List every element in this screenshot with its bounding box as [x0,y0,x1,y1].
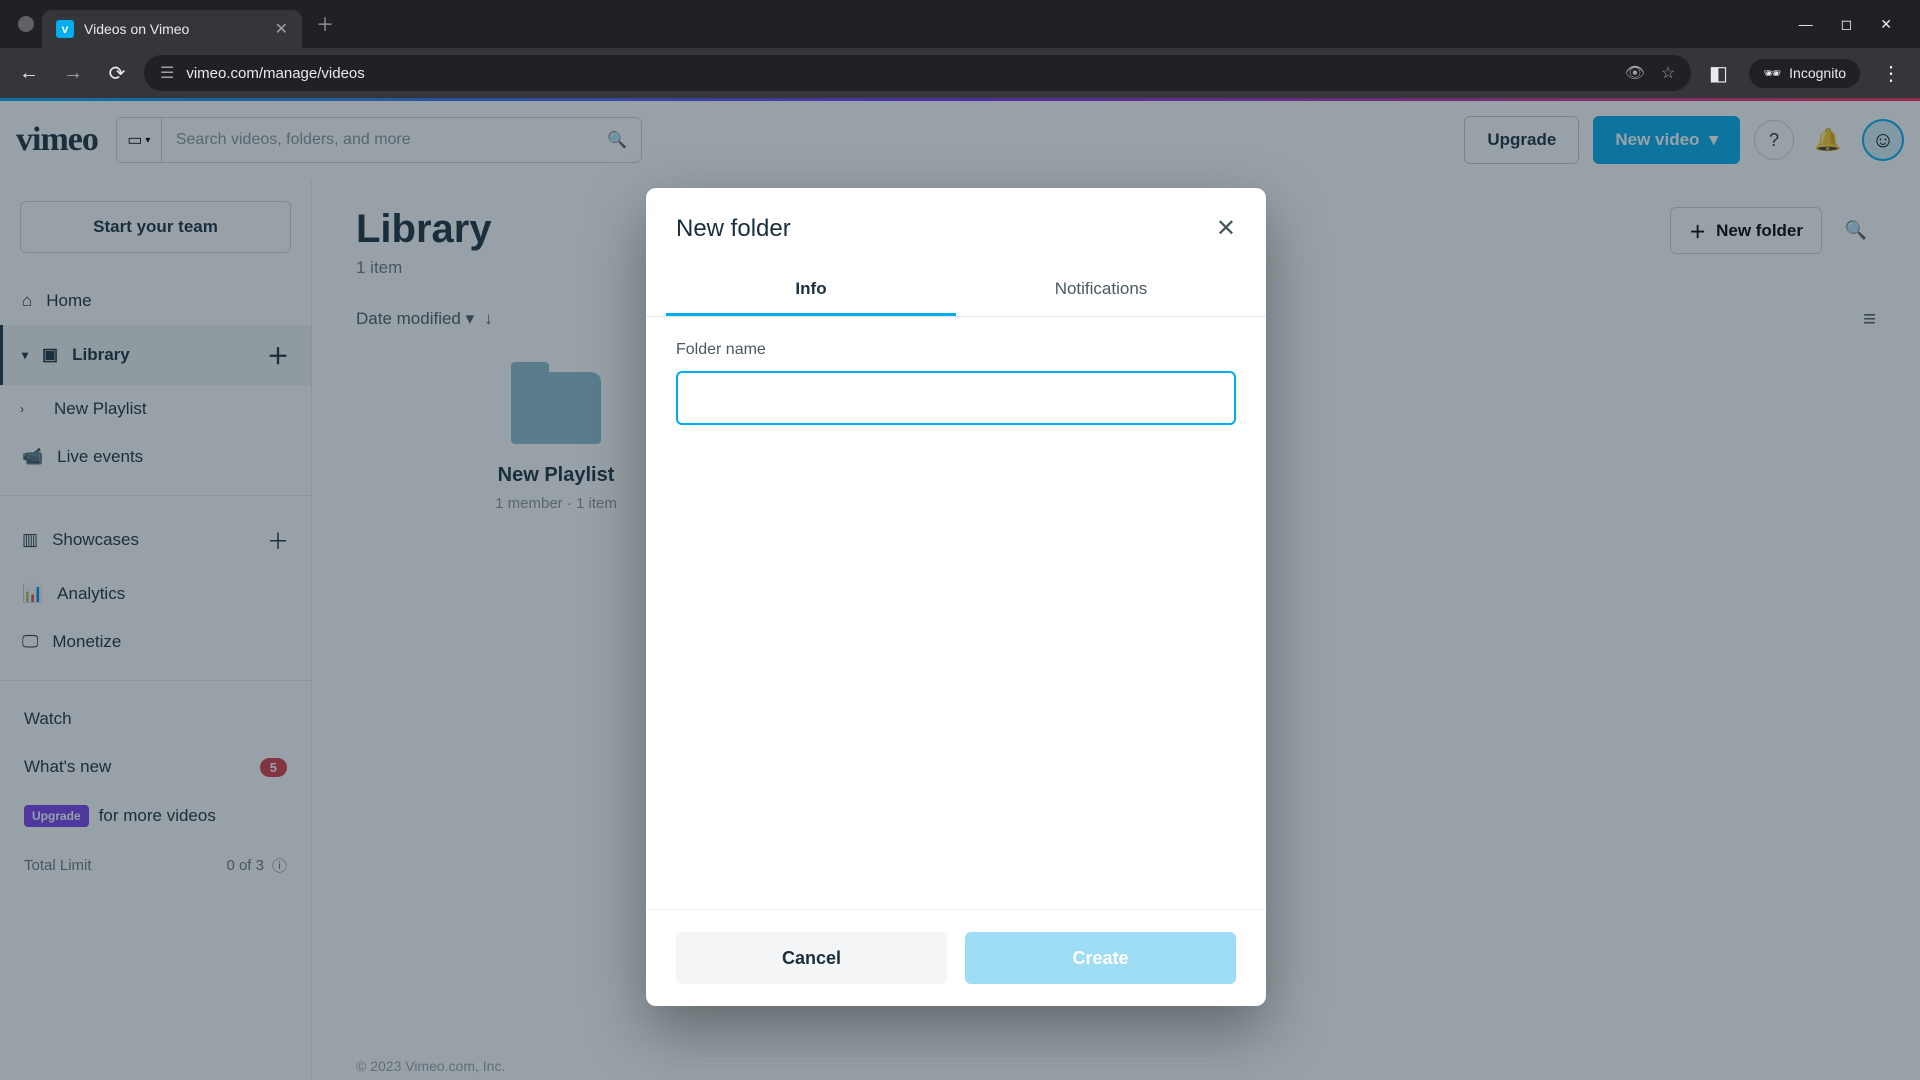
folder-name-label: Folder name [676,341,1236,359]
close-window-icon[interactable]: ✕ [1880,16,1892,33]
maximize-icon[interactable]: ◻ [1841,16,1853,33]
tab-notifications[interactable]: Notifications [956,265,1246,316]
modal-tabs: Info Notifications [646,265,1266,317]
browser-tab[interactable]: v Videos on Vimeo ✕ [42,10,302,48]
eye-off-icon[interactable]: 👁 [1625,63,1645,83]
modal-title: New folder [676,215,791,243]
back-button[interactable]: ← [12,56,46,90]
tab-info[interactable]: Info [666,265,956,316]
url-text: vimeo.com/manage/videos [186,65,364,82]
folder-name-input[interactable] [676,371,1236,425]
incognito-label: Incognito [1789,65,1846,81]
minimize-icon[interactable]: ― [1799,16,1813,33]
forward-button[interactable]: → [56,56,90,90]
address-bar: ← → ⟳ ☰ vimeo.com/manage/videos 👁 ☆ ◧ 🕶 … [0,48,1920,98]
tab-title: Videos on Vimeo [84,21,265,37]
app-viewport: vimeo ▭ ▾ Search videos, folders, and mo… [0,98,1920,1080]
close-icon[interactable]: ✕ [1216,214,1236,243]
reload-button[interactable]: ⟳ [100,56,134,90]
browser-chrome: v Videos on Vimeo ✕ ＋ ― ◻ ✕ ← → ⟳ ☰ vime… [0,0,1920,98]
url-box[interactable]: ☰ vimeo.com/manage/videos 👁 ☆ [144,55,1691,91]
tab-strip: v Videos on Vimeo ✕ ＋ ― ◻ ✕ [0,0,1920,48]
cancel-button[interactable]: Cancel [676,932,947,984]
incognito-badge[interactable]: 🕶 Incognito [1749,59,1860,88]
create-button[interactable]: Create [965,932,1236,984]
incognito-icon: 🕶 [1763,65,1781,82]
bookmark-star-icon[interactable]: ☆ [1661,63,1675,83]
site-settings-icon[interactable]: ☰ [160,63,174,83]
window-controls: ― ◻ ✕ [1799,16,1910,33]
tab-search-icon[interactable] [18,16,34,32]
new-tab-button[interactable]: ＋ [316,11,334,37]
menu-icon[interactable]: ⋮ [1874,56,1908,90]
new-folder-modal: New folder ✕ Info Notifications Folder n… [646,188,1266,1006]
close-icon[interactable]: ✕ [275,19,288,39]
side-panel-icon[interactable]: ◧ [1701,56,1735,90]
vimeo-favicon-icon: v [56,20,74,38]
